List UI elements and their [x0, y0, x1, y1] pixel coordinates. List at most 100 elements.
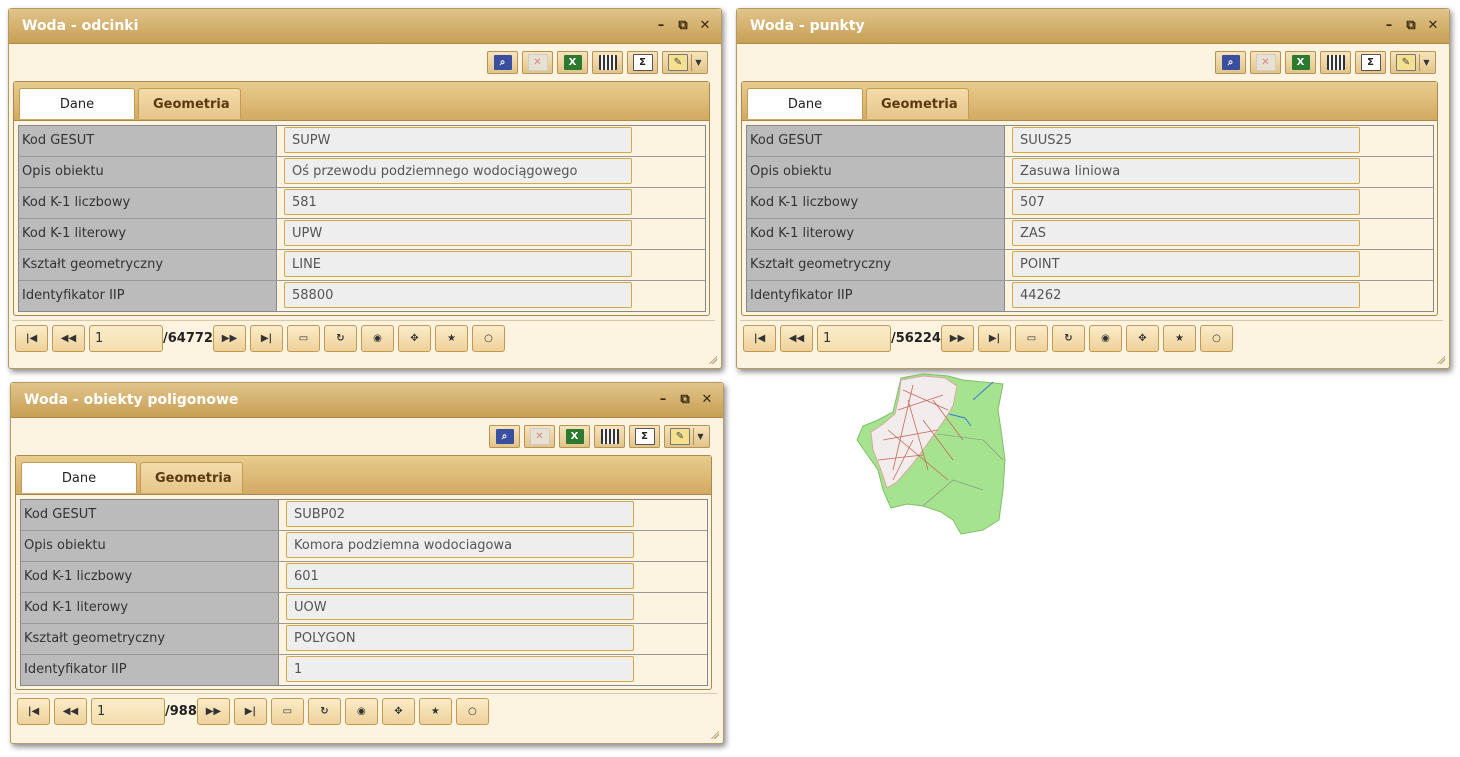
close-icon[interactable]: ✕ [699, 9, 711, 43]
excel-export-button[interactable]: X [559, 425, 590, 448]
circle-icon: ○ [468, 706, 477, 717]
sum-button[interactable]: Σ [627, 51, 658, 74]
search-button[interactable]: ⌕ [489, 425, 520, 448]
close-icon[interactable]: ✕ [1427, 9, 1439, 43]
window-title-bar[interactable]: Woda - punkty – ⧉ ✕ [737, 9, 1449, 44]
minimize-icon[interactable]: – [655, 9, 667, 43]
popout-icon[interactable]: ⧉ [677, 9, 689, 43]
pan-to-button[interactable]: ✥ [1125, 325, 1159, 352]
row-value-field[interactable]: Komora podziemna wodociagowa [286, 532, 634, 558]
row-value-field[interactable]: 1 [286, 656, 634, 682]
clear-selection-button[interactable]: ✕ [1250, 51, 1281, 74]
tab-geometria[interactable]: Geometria [140, 462, 243, 493]
search-button[interactable]: ⌕ [487, 51, 518, 74]
sum-button[interactable]: Σ [1355, 51, 1386, 74]
last-record-button[interactable]: ▶| [233, 698, 267, 725]
open-button[interactable]: ▭ [286, 325, 320, 352]
window-title-bar[interactable]: Woda - obiekty poligonowe – ⧉ ✕ [11, 383, 723, 418]
row-value-field[interactable]: LINE [284, 251, 632, 277]
table-row: Kod K-1 liczbowy 581 [19, 188, 705, 219]
tab-geometria[interactable]: Geometria [866, 88, 969, 119]
row-value-field[interactable]: POINT [1012, 251, 1360, 277]
pan-to-button[interactable]: ✥ [397, 325, 431, 352]
row-value-field[interactable]: UOW [286, 594, 634, 620]
excel-export-button[interactable]: X [557, 51, 588, 74]
resize-handle[interactable] [711, 731, 719, 739]
zoom-to-button[interactable]: ◉ [1088, 325, 1122, 352]
popout-icon[interactable]: ⧉ [679, 383, 691, 417]
refresh-button[interactable]: ↻ [307, 698, 341, 725]
zoom-to-button[interactable]: ◉ [360, 325, 394, 352]
prev-record-button[interactable]: ◀◀ [52, 325, 85, 352]
highlight-button[interactable]: ○ [1199, 325, 1233, 352]
tab-dane-opisowe[interactable]: Dane opisowe [19, 88, 135, 143]
excel-export-button[interactable]: X [1285, 51, 1316, 74]
row-value-field[interactable]: ZAS [1012, 220, 1360, 246]
refresh-button[interactable]: ↻ [323, 325, 357, 352]
row-value-field[interactable]: Oś przewodu podziemnego wodociągowego [284, 158, 632, 184]
row-value-field[interactable]: 601 [286, 563, 634, 589]
pan-to-button[interactable]: ✥ [381, 698, 415, 725]
clear-selection-button[interactable]: ✕ [522, 51, 553, 74]
last-record-button[interactable]: ▶| [977, 325, 1011, 352]
chevron-down-icon[interactable]: ▼ [691, 54, 705, 71]
tab-geometria[interactable]: Geometria [138, 88, 241, 119]
row-value-field[interactable]: 507 [1012, 189, 1360, 215]
first-icon: |◀ [25, 333, 38, 344]
popout-icon[interactable]: ⧉ [1405, 9, 1417, 43]
row-value-field[interactable]: 58800 [284, 282, 632, 308]
chevron-down-icon[interactable]: ▼ [1419, 54, 1433, 71]
row-value-field[interactable]: 44262 [1012, 282, 1360, 308]
highlight-button[interactable]: ○ [471, 325, 505, 352]
tab-dane-opisowe[interactable]: Dane opisowe [21, 462, 137, 517]
first-record-button[interactable]: |◀ [743, 325, 776, 352]
window-title-bar[interactable]: Woda - odcinki – ⧉ ✕ [9, 9, 721, 44]
row-label: Opis obiektu [19, 157, 277, 187]
row-value-field[interactable]: SUPW [284, 127, 632, 153]
search-button[interactable]: ⌕ [1215, 51, 1246, 74]
sum-button[interactable]: Σ [629, 425, 660, 448]
tab-dane-opisowe[interactable]: Dane opisowe [747, 88, 863, 143]
chevron-down-icon[interactable]: ▼ [693, 428, 707, 445]
clear-selection-button[interactable]: ✕ [524, 425, 555, 448]
minimize-icon[interactable]: – [1383, 9, 1395, 43]
next-record-button[interactable]: ▶▶ [940, 325, 974, 352]
open-button[interactable]: ▭ [270, 698, 304, 725]
prev-icon: ◀◀ [60, 333, 77, 344]
edit-dropdown-button[interactable]: ✎ ▼ [662, 51, 708, 74]
resize-handle[interactable] [1437, 356, 1445, 364]
favorite-button[interactable]: ★ [1162, 325, 1196, 352]
record-number-input[interactable]: 1 [817, 325, 891, 352]
zoom-to-button[interactable]: ◉ [344, 698, 378, 725]
prev-record-button[interactable]: ◀◀ [780, 325, 813, 352]
minimize-icon[interactable]: – [657, 383, 669, 417]
row-value-field[interactable]: POLYGON [286, 625, 634, 651]
row-value-field[interactable]: UPW [284, 220, 632, 246]
record-number-input[interactable]: 1 [89, 325, 163, 352]
favorite-button[interactable]: ★ [418, 698, 452, 725]
favorite-button[interactable]: ★ [434, 325, 468, 352]
last-record-button[interactable]: ▶| [249, 325, 283, 352]
first-record-button[interactable]: |◀ [17, 698, 50, 725]
edit-dropdown-button[interactable]: ✎ ▼ [1390, 51, 1436, 74]
table-button[interactable] [1320, 51, 1351, 74]
prev-record-button[interactable]: ◀◀ [54, 698, 87, 725]
edit-dropdown-button[interactable]: ✎ ▼ [664, 425, 710, 448]
highlight-button[interactable]: ○ [455, 698, 489, 725]
table-button[interactable] [594, 425, 625, 448]
row-value-field[interactable]: 581 [284, 189, 632, 215]
resize-handle[interactable] [709, 356, 717, 364]
row-value-field[interactable]: SUBP02 [286, 501, 634, 527]
close-icon[interactable]: ✕ [701, 383, 713, 417]
next-record-button[interactable]: ▶▶ [196, 698, 230, 725]
map-area[interactable] [853, 370, 1013, 538]
table-button[interactable] [592, 51, 623, 74]
open-button[interactable]: ▭ [1014, 325, 1048, 352]
refresh-button[interactable]: ↻ [1051, 325, 1085, 352]
record-number-input[interactable]: 1 [91, 698, 165, 725]
next-record-button[interactable]: ▶▶ [212, 325, 246, 352]
table-row: Kod K-1 literowy ZAS [747, 219, 1433, 250]
row-value-field[interactable]: SUUS25 [1012, 127, 1360, 153]
first-record-button[interactable]: |◀ [15, 325, 48, 352]
row-value-field[interactable]: Zasuwa liniowa [1012, 158, 1360, 184]
